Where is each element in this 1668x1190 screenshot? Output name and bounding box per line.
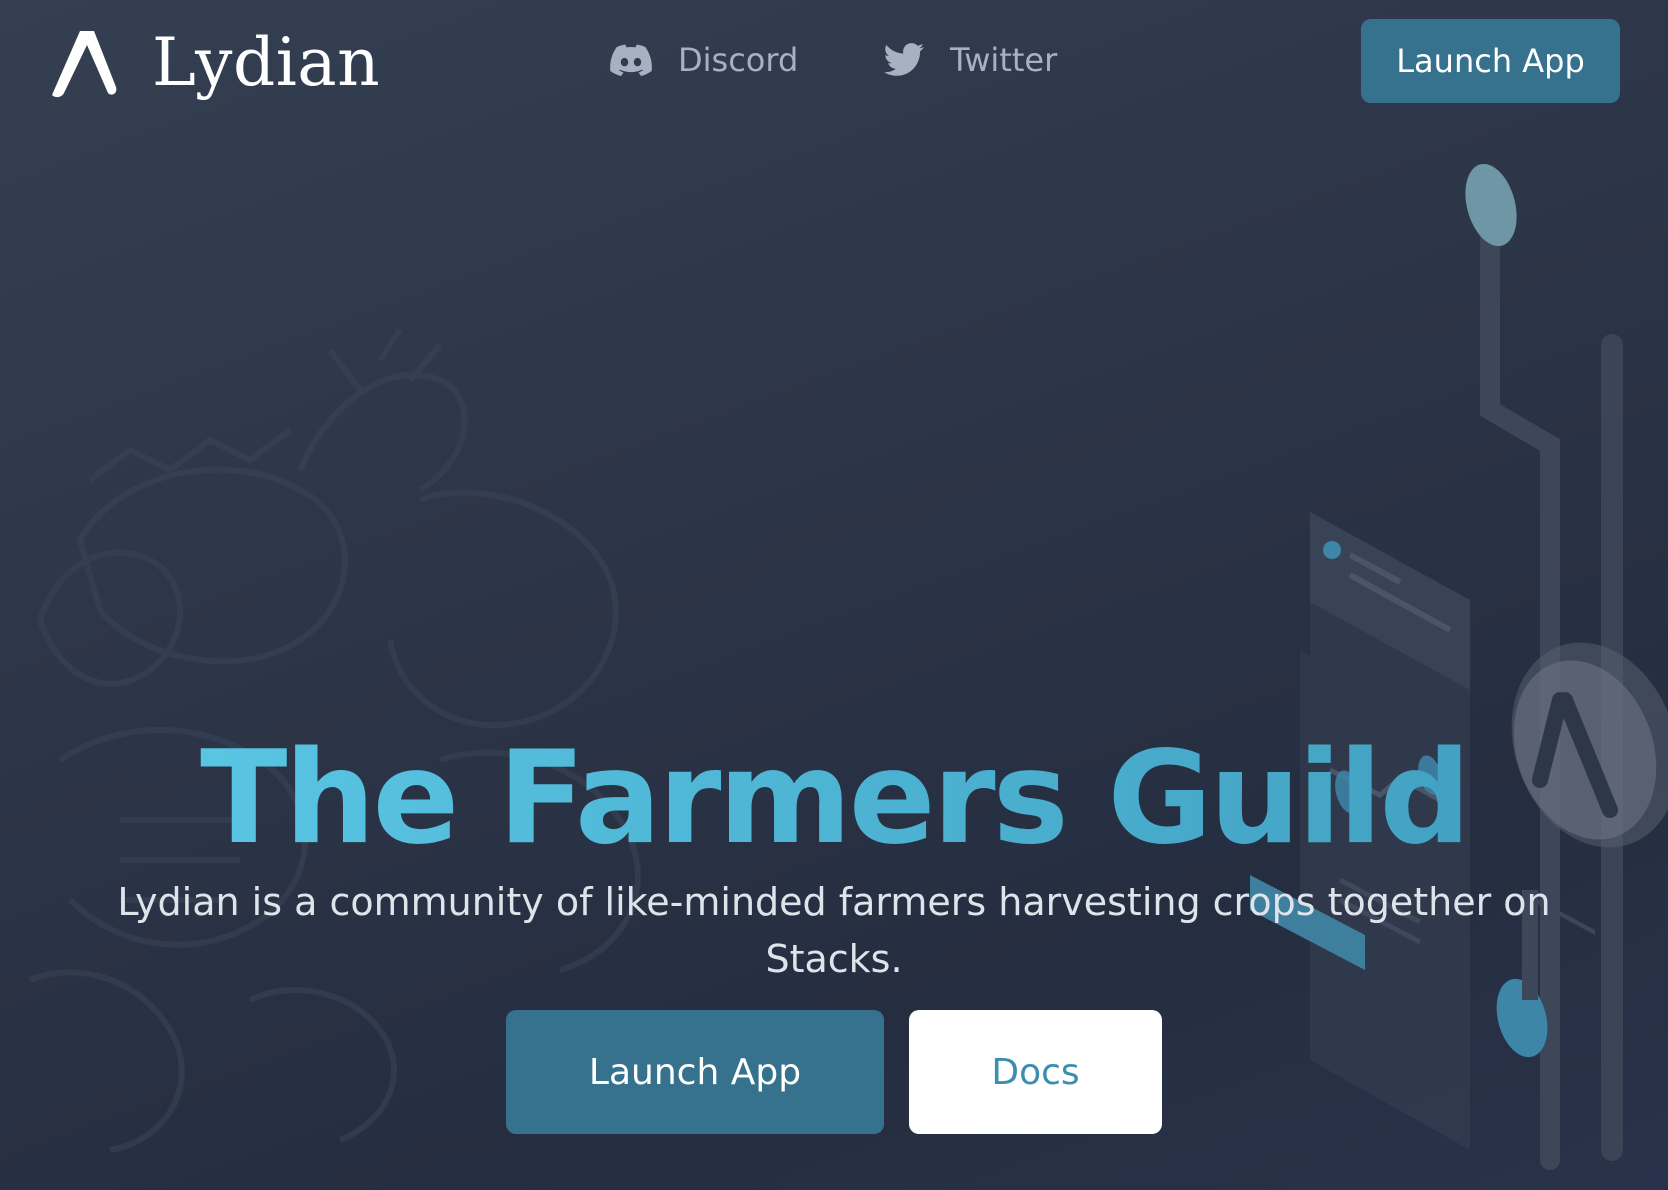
nav-label-discord: Discord — [678, 41, 799, 79]
hero-launch-app-button[interactable]: Launch App — [506, 1010, 884, 1134]
discord-icon — [610, 44, 652, 76]
lydian-logo-icon — [52, 31, 117, 98]
hero-docs-button[interactable]: Docs — [909, 1010, 1162, 1134]
brand-name: Lydian — [152, 24, 381, 101]
twitter-icon — [884, 43, 924, 76]
header-launch-app-button[interactable]: Launch App — [1361, 19, 1620, 103]
hero-subtitle: Lydian is a community of like-minded far… — [117, 880, 1551, 981]
isometric-tower-art — [1250, 163, 1668, 1170]
brand-logo[interactable]: Lydian — [46, 18, 380, 108]
nav-label-twitter: Twitter — [950, 41, 1058, 79]
hero-title: The Farmers Guild — [0, 724, 1668, 874]
nav-link-twitter[interactable]: Twitter — [884, 34, 1057, 86]
nav-link-discord[interactable]: Discord — [610, 34, 798, 86]
site-header: Lydian Discord Twitter Launch App — [0, 0, 1668, 120]
